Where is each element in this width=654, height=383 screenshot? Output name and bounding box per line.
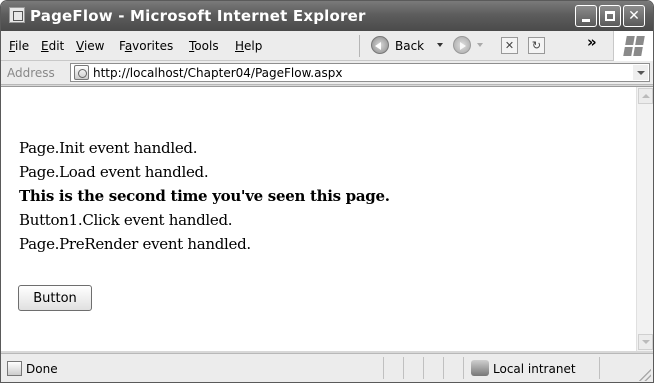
- close-icon: ✕: [628, 8, 640, 24]
- close-button[interactable]: ✕: [623, 5, 645, 27]
- address-input[interactable]: http://localhost/Chapter04/PageFlow.aspx: [70, 63, 650, 82]
- minimize-button[interactable]: [575, 5, 597, 27]
- menu-view[interactable]: View: [76, 39, 104, 53]
- title-bar[interactable]: PageFlow - Microsoft Internet Explorer ✕: [1, 1, 653, 31]
- scroll-down-icon[interactable]: [638, 334, 653, 350]
- stop-icon: ✕: [504, 39, 515, 52]
- event-line-load: Page.Load event handled.: [19, 163, 209, 181]
- page-button[interactable]: Button: [18, 285, 92, 311]
- status-divider: [463, 357, 464, 379]
- address-bar: Address http://localhost/Chapter04/PageF…: [1, 61, 653, 85]
- intranet-zone-icon: [471, 360, 489, 376]
- maximize-icon: [605, 11, 615, 21]
- status-divider: [423, 357, 424, 379]
- back-arrow-icon: [371, 36, 389, 54]
- menu-view-label: View: [76, 39, 105, 53]
- menu-favorites[interactable]: Favorites: [119, 39, 173, 53]
- menu-favorites-label: Favorites: [119, 39, 174, 53]
- page-icon: [74, 65, 89, 80]
- toolbar-overflow-chevron[interactable]: »: [587, 33, 597, 51]
- status-bar: Done Local intranet: [1, 353, 653, 382]
- status-text: Done: [26, 362, 58, 376]
- back-label: Back: [395, 39, 425, 53]
- menu-edit[interactable]: Edit: [41, 39, 64, 53]
- status-divider: [383, 357, 384, 379]
- refresh-button[interactable]: ↻: [528, 37, 545, 54]
- scroll-up-icon[interactable]: [638, 88, 653, 104]
- menu-file-label: File: [9, 39, 30, 53]
- minimize-icon: [582, 19, 590, 22]
- resize-grip-icon[interactable]: [639, 369, 651, 381]
- page-status-icon: [7, 361, 22, 376]
- event-line-init: Page.Init event handled.: [19, 139, 198, 157]
- address-dropdown-button[interactable]: [633, 65, 648, 80]
- windows-flag-icon: [623, 36, 645, 56]
- menu-file[interactable]: File: [9, 39, 29, 53]
- menu-bar: File Edit View Favorites Tools Help Back…: [1, 31, 653, 61]
- maximize-button[interactable]: [599, 5, 621, 27]
- toolbar-separator: [359, 35, 360, 57]
- status-divider: [599, 357, 600, 379]
- vertical-scrollbar[interactable]: [636, 87, 653, 351]
- address-label: Address: [7, 66, 55, 80]
- forward-arrow-icon: [453, 36, 471, 54]
- page-content: Page.Init event handled. Page.Load event…: [1, 86, 653, 351]
- menu-tools-label: Tools: [189, 39, 219, 53]
- second-visit-message: This is the second time you've seen this…: [19, 187, 390, 205]
- menu-help-label: Help: [235, 39, 263, 53]
- menu-help[interactable]: Help: [235, 39, 262, 53]
- ie-window-icon[interactable]: [9, 7, 25, 23]
- address-url[interactable]: http://localhost/Chapter04/PageFlow.aspx: [93, 66, 342, 80]
- event-line-prerender: Page.PreRender event handled.: [19, 235, 251, 253]
- event-line-click: Button1.Click event handled.: [19, 211, 233, 229]
- forward-dropdown-icon[interactable]: [477, 43, 483, 47]
- windows-logo: [613, 31, 653, 61]
- menu-tools[interactable]: Tools: [189, 39, 219, 53]
- security-zone-label: Local intranet: [493, 362, 576, 376]
- status-divider: [403, 357, 404, 379]
- back-dropdown-icon[interactable]: [437, 43, 443, 47]
- stop-button[interactable]: ✕: [501, 37, 518, 54]
- window-title: PageFlow - Microsoft Internet Explorer: [30, 7, 366, 25]
- refresh-icon: ↻: [531, 39, 542, 52]
- browser-window: PageFlow - Microsoft Internet Explorer ✕…: [0, 0, 654, 383]
- status-divider: [443, 357, 444, 379]
- menu-edit-label: Edit: [41, 39, 65, 53]
